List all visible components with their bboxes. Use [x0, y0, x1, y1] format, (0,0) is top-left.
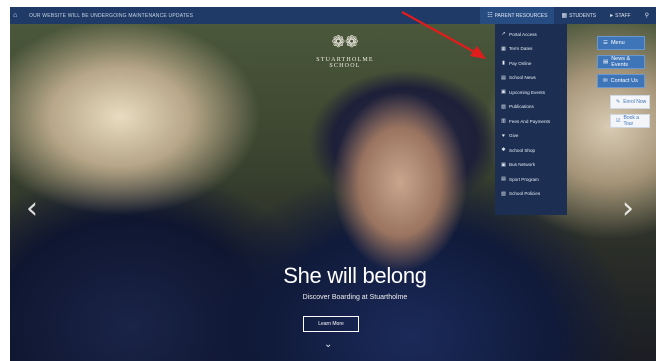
staff-link[interactable]: ▸ STAFF — [603, 7, 637, 24]
staff-icon: ▸ — [610, 13, 614, 19]
hero-section: ⌂ OUR WEBSITE WILL BE UNDERGOING MAINTEN… — [10, 7, 656, 361]
menu-item-label: Publications — [509, 104, 534, 110]
menu-item-label: Portal Access — [509, 31, 537, 37]
students-link[interactable]: ▦ STUDENTS — [554, 7, 603, 24]
link-icon: ↗ — [501, 31, 506, 38]
menu-item-label: Sport Program — [509, 176, 539, 182]
menu-button[interactable]: ☰ Menu — [597, 36, 645, 50]
menu-item-pay-online[interactable]: ▮ Pay Online — [495, 56, 567, 71]
parent-resources-label: PARENT RESOURCES — [494, 12, 548, 19]
payment-icon: ▮ — [502, 60, 505, 67]
calendar-icon: ▤ — [603, 59, 609, 65]
staff-label: STAFF — [615, 12, 631, 19]
parent-resources-menu: ↗ Portal Access ▦ Term Dates ▮ Pay Online ▤… — [495, 24, 567, 215]
top-bar-links: ☷ PARENT RESOURCES ▦ STUDENTS ▸ STAFF ⚲ — [480, 7, 656, 24]
envelope-icon: ✉ — [603, 78, 608, 84]
bus-icon: ▣ — [501, 161, 506, 168]
search-button[interactable]: ⚲ — [638, 7, 656, 24]
learn-more-button[interactable]: Learn More — [303, 316, 359, 332]
menu-item-portal-access[interactable]: ↗ Portal Access — [495, 27, 567, 42]
menu-item-school-news[interactable]: ▤ School News — [495, 71, 567, 86]
menu-item-label: Give — [509, 133, 519, 139]
school-name: STUARTHOLME SCHOOL — [316, 57, 374, 69]
menu-item-label: Fees And Payments — [509, 118, 551, 124]
enrol-label: Enrol Now — [623, 99, 647, 105]
menu-button-label: Menu — [610, 40, 625, 46]
students-label: STUDENTS — [569, 12, 597, 19]
policy-icon: ▨ — [501, 190, 506, 197]
parents-icon: ☷ — [487, 13, 493, 19]
shop-icon: ✱ — [501, 147, 506, 154]
chevron-left-icon[interactable]: ‹ — [26, 194, 38, 224]
program-icon: ▤ — [501, 176, 506, 183]
maintenance-notice: OUR WEBSITE WILL BE UNDERGOING MAINTENAN… — [29, 12, 194, 19]
menu-item-fees-and-payments[interactable]: ▥ Fees And Payments — [495, 114, 567, 129]
enrol-button[interactable]: ✎ Enrol Now — [610, 95, 650, 109]
double-chevron-down-icon[interactable]: ⌄ — [324, 340, 332, 350]
hero-headline: She will belong — [283, 263, 427, 288]
book-icon: ▧ — [501, 103, 506, 110]
menu-item-term-dates[interactable]: ▦ Term Dates — [495, 42, 567, 57]
menu-item-school-policies[interactable]: ▨ School Policies — [495, 187, 567, 202]
pencil-icon: ✎ — [616, 99, 621, 105]
parent-resources-link[interactable]: ☷ PARENT RESOURCES — [480, 7, 555, 24]
students-icon: ▦ — [561, 13, 568, 19]
crest-icon: ❁❁ — [331, 34, 359, 51]
menu-item-label: Pay Online — [509, 60, 532, 66]
menu-item-label: School Policies — [509, 191, 541, 197]
search-icon: ⚲ — [644, 13, 649, 19]
hamburger-icon: ☰ — [603, 40, 608, 46]
menu-item-label: School Shop — [509, 147, 536, 153]
menu-item-school-shop[interactable]: ✱ School Shop — [495, 143, 567, 158]
news-events-label: News & Events — [611, 56, 631, 68]
tour-label: Book a Tour — [623, 115, 640, 127]
menu-item-give[interactable]: ♥ Give — [495, 129, 567, 144]
top-bar: ⌂ OUR WEBSITE WILL BE UNDERGOING MAINTEN… — [10, 7, 656, 24]
news-events-button[interactable]: ▤ News & Events — [597, 55, 645, 69]
menu-item-label: School News — [509, 75, 536, 81]
heart-icon: ♥ — [502, 132, 505, 139]
calendar-check-icon: ☑ — [616, 118, 621, 124]
menu-item-sport-program[interactable]: ▤ Sport Program — [495, 172, 567, 187]
contact-label: Contact Us — [610, 78, 638, 84]
tour-button[interactable]: ☑ Book a Tour — [610, 114, 650, 128]
menu-item-label: Term Dates — [509, 46, 533, 52]
clipboard-icon: ▣ — [501, 89, 506, 96]
school-logo[interactable]: ❁❁ STUARTHOLME SCHOOL — [300, 34, 390, 70]
fees-icon: ▥ — [501, 118, 506, 125]
calendar-icon: ▦ — [501, 45, 506, 52]
home-icon[interactable]: ⌂ — [13, 12, 23, 19]
menu-item-bus-network[interactable]: ▣ Bus Network — [495, 158, 567, 173]
hero-subline: Discover Boarding at Stuartholme — [302, 294, 408, 301]
contact-button[interactable]: ✉ Contact Us — [597, 74, 645, 88]
news-icon: ▤ — [501, 74, 506, 81]
chevron-right-icon[interactable]: › — [622, 194, 634, 224]
menu-item-upcoming-events[interactable]: ▣ Upcoming Events — [495, 85, 567, 100]
menu-item-label: Bus Network — [509, 162, 536, 168]
menu-item-publications[interactable]: ▧ Publications — [495, 100, 567, 115]
menu-item-label: Upcoming Events — [509, 89, 546, 95]
